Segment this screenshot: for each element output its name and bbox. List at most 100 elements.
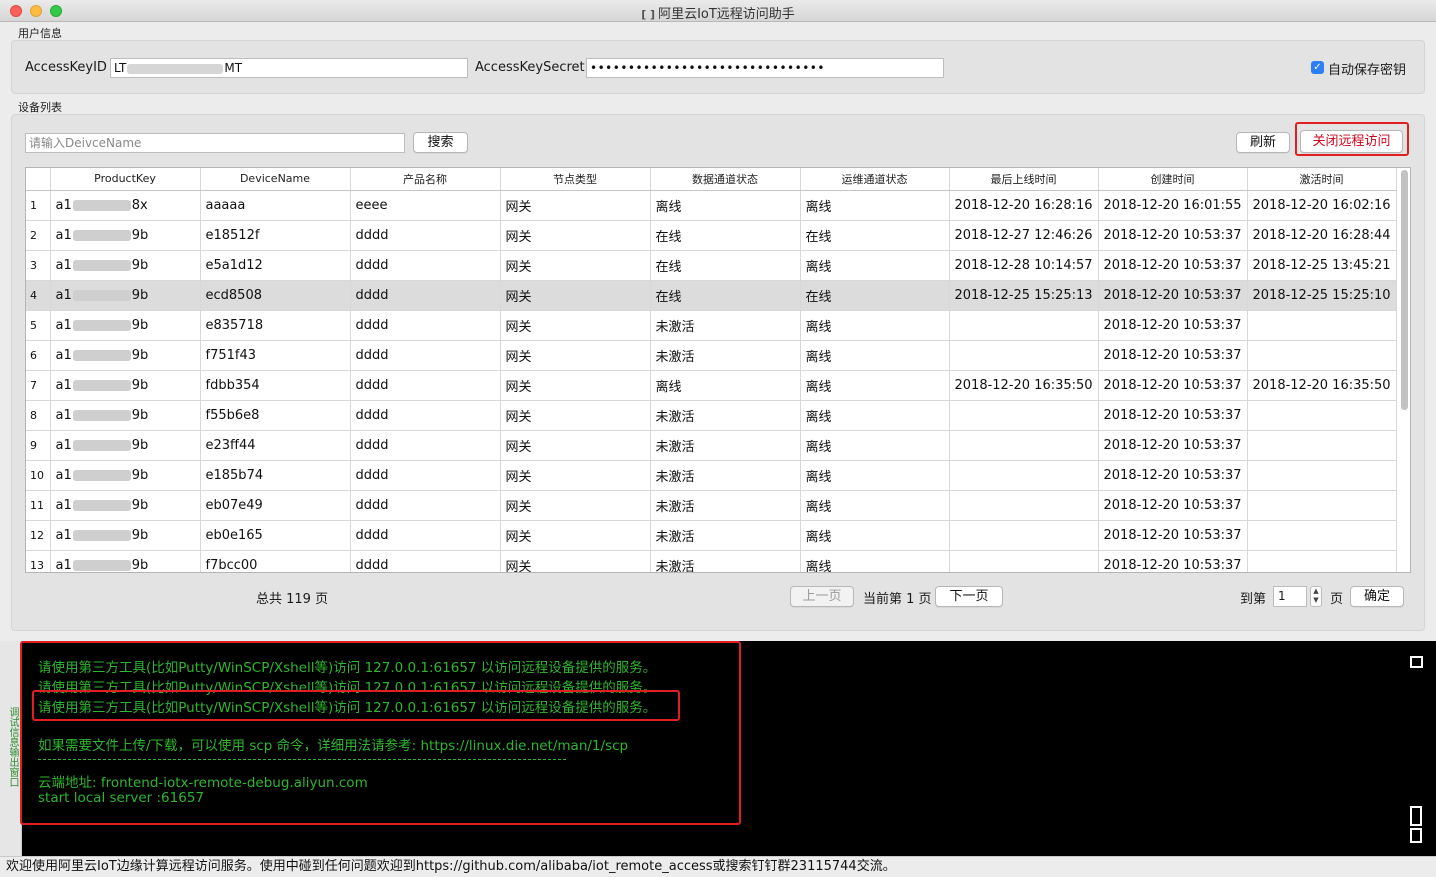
productkey-suffix: 9b — [131, 407, 149, 423]
productkey-cell: a1 9b — [50, 520, 201, 551]
table-row[interactable]: 11 a1 9b eb07e49 dddd 网关 未激活 离线 2018-12-20 10:53… — [26, 490, 1397, 521]
productkey-prefix: a1 — [55, 467, 72, 483]
activated-time-cell — [1247, 430, 1397, 461]
table-row[interactable]: 8 a1 9b f55b6e8 dddd 网关 未激活 离线 2018-12-20 10:53:… — [26, 400, 1397, 431]
column-header-product-name[interactable]: 产品名称 — [350, 168, 501, 191]
table-row[interactable]: 7 a1 9b fdbb354 dddd 网关 离线 离线 2018-12-20 16:35:5… — [26, 370, 1397, 401]
access-key-id-field[interactable]: LT MT — [110, 58, 468, 78]
table-row[interactable]: 10 a1 9b e185b74 dddd 网关 未激活 离线 2018-12-20 10:53… — [26, 460, 1397, 491]
created-time-cell: 2018-12-20 10:53:37 — [1098, 550, 1248, 572]
search-button[interactable]: 搜索 — [413, 132, 468, 153]
column-header-created[interactable]: 创建时间 — [1098, 168, 1248, 191]
table-row[interactable]: 13 a1 9b f7bcc00 dddd 网关 未激活 离线 2018-12-20 10:53… — [26, 550, 1397, 572]
confirm-page-button[interactable]: 确定 — [1350, 586, 1404, 607]
devicename-cell: aaaaa — [200, 190, 351, 221]
productkey-cell: a1 9b — [50, 430, 201, 461]
goto-page-input[interactable]: 1 — [1273, 586, 1307, 607]
table-row[interactable]: 3 a1 9b e5a1d12 dddd 网关 在线 离线 2018-12-28 10:14:5… — [26, 250, 1397, 281]
device-search-input[interactable]: 请输入DeivceName — [25, 133, 405, 153]
productkey-prefix: a1 — [55, 437, 72, 453]
table-row[interactable]: 2 a1 9b e18512f dddd 网关 在线 在线 2018-12-27 12:46:2… — [26, 220, 1397, 251]
data-channel-status-cell: 未激活 — [650, 430, 801, 461]
table-row[interactable]: 1 a1 8x aaaaa eeee 网关 离线 离线 2018-12-20 16:28:16 2… — [26, 190, 1397, 221]
activated-time-cell — [1247, 310, 1397, 341]
node-type-cell: 网关 — [500, 220, 651, 251]
redacted-blur — [72, 469, 131, 481]
devicename-cell: e835718 — [200, 310, 351, 341]
product-name-cell: dddd — [350, 400, 501, 431]
productkey-cell: a1 9b — [50, 280, 201, 311]
scroll-up-icon[interactable] — [1410, 806, 1422, 826]
column-header-devicename[interactable]: DeviceName — [200, 168, 351, 191]
table-row[interactable]: 12 a1 9b eb0e165 dddd 网关 未激活 离线 2018-12-20 10:53… — [26, 520, 1397, 551]
product-name-cell: dddd — [350, 460, 501, 491]
node-type-cell: 网关 — [500, 280, 651, 311]
created-time-cell: 2018-12-20 10:53:37 — [1098, 340, 1248, 371]
column-header-activated[interactable]: 激活时间 — [1247, 168, 1397, 191]
node-type-cell: 网关 — [500, 340, 651, 371]
last-online-time-cell: 2018-12-20 16:28:16 — [949, 190, 1099, 221]
devicename-cell: e23ff44 — [200, 430, 351, 461]
product-name-cell: dddd — [350, 370, 501, 401]
product-name-cell: dddd — [350, 520, 501, 551]
created-time-cell: 2018-12-20 10:53:37 — [1098, 250, 1248, 281]
productkey-prefix: a1 — [55, 497, 72, 513]
data-channel-status-cell: 离线 — [650, 370, 801, 401]
redacted-blur — [72, 259, 131, 271]
stepper-down-icon[interactable]: ▼ — [1313, 596, 1318, 604]
column-header-last-online[interactable]: 最后上线时间 — [949, 168, 1099, 191]
table-row[interactable]: 4 a1 9b ecd8508 dddd 网关 在线 在线 2018-12-25 15:25:1… — [26, 280, 1397, 311]
devicename-cell: e185b74 — [200, 460, 351, 491]
redacted-blur — [72, 439, 131, 451]
ops-channel-status-cell: 离线 — [800, 460, 950, 491]
productkey-prefix: a1 — [55, 407, 72, 423]
node-type-cell: 网关 — [500, 520, 651, 551]
console-highlight-frame — [20, 641, 741, 825]
created-time-cell: 2018-12-20 10:53:37 — [1098, 490, 1248, 521]
auto-save-label: 自动保存密钥 — [1328, 63, 1407, 78]
productkey-prefix: a1 — [55, 347, 72, 363]
scroll-down-icon[interactable] — [1410, 828, 1422, 843]
activated-time-cell: 2018-12-25 15:25:10 — [1247, 280, 1397, 311]
created-time-cell: 2018-12-20 10:53:37 — [1098, 430, 1248, 461]
last-online-time-cell — [949, 550, 1099, 572]
productkey-suffix: 9b — [131, 257, 149, 273]
column-header-productkey[interactable]: ProductKey — [50, 168, 201, 191]
row-index-cell: 2 — [26, 220, 51, 251]
data-channel-status-cell: 未激活 — [650, 490, 801, 521]
column-header-ops-channel[interactable]: 运维通道状态 — [800, 168, 950, 191]
table-row[interactable]: 5 a1 9b e835718 dddd 网关 未激活 离线 2018-12-20 10:53:… — [26, 310, 1397, 341]
activated-time-cell — [1247, 340, 1397, 371]
productkey-suffix: 9b — [131, 317, 149, 333]
table-row[interactable]: 9 a1 9b e23ff44 dddd 网关 未激活 离线 2018-12-20 10:53:… — [26, 430, 1397, 461]
productkey-prefix: a1 — [55, 257, 72, 273]
created-time-cell: 2018-12-20 10:53:37 — [1098, 310, 1248, 341]
device-table[interactable]: ProductKey DeviceName 产品名称 节点类型 数据通道状态 运… — [25, 167, 1411, 573]
ops-channel-status-cell: 离线 — [800, 370, 950, 401]
activated-time-cell — [1247, 400, 1397, 431]
productkey-prefix: a1 — [55, 287, 72, 303]
redacted-blur — [72, 499, 131, 511]
page-stepper[interactable]: ▲ ▼ — [1310, 586, 1322, 607]
refresh-button[interactable]: 刷新 — [1236, 132, 1290, 153]
ops-channel-status-cell: 离线 — [800, 520, 950, 551]
redacted-blur — [72, 349, 131, 361]
redacted-blur — [72, 409, 131, 421]
table-scrollbar[interactable] — [1401, 170, 1408, 410]
column-header-node-type[interactable]: 节点类型 — [500, 168, 651, 191]
ops-channel-status-cell: 离线 — [800, 430, 950, 461]
stepper-up-icon[interactable]: ▲ — [1313, 587, 1318, 595]
table-row[interactable]: 6 a1 9b f751f43 dddd 网关 未激活 离线 2018-12-20 10:53:… — [26, 340, 1397, 371]
auto-save-checkbox[interactable]: ✓ — [1311, 61, 1324, 74]
prev-page-button[interactable]: 上一页 — [790, 586, 854, 607]
console-side-tab[interactable]: 调试信息输出窗口 — [0, 641, 22, 856]
node-type-cell: 网关 — [500, 370, 651, 401]
productkey-suffix: 9b — [131, 497, 149, 513]
access-key-secret-label: AccessKeySecret — [475, 60, 585, 75]
productkey-cell: a1 9b — [50, 340, 201, 371]
productkey-cell: a1 9b — [50, 460, 201, 491]
access-key-secret-field[interactable]: ••••••••••••••••••••••••••••••• — [586, 58, 944, 78]
column-header-data-channel[interactable]: 数据通道状态 — [650, 168, 801, 191]
next-page-button[interactable]: 下一页 — [935, 586, 1003, 607]
maximize-icon[interactable] — [1410, 656, 1423, 668]
